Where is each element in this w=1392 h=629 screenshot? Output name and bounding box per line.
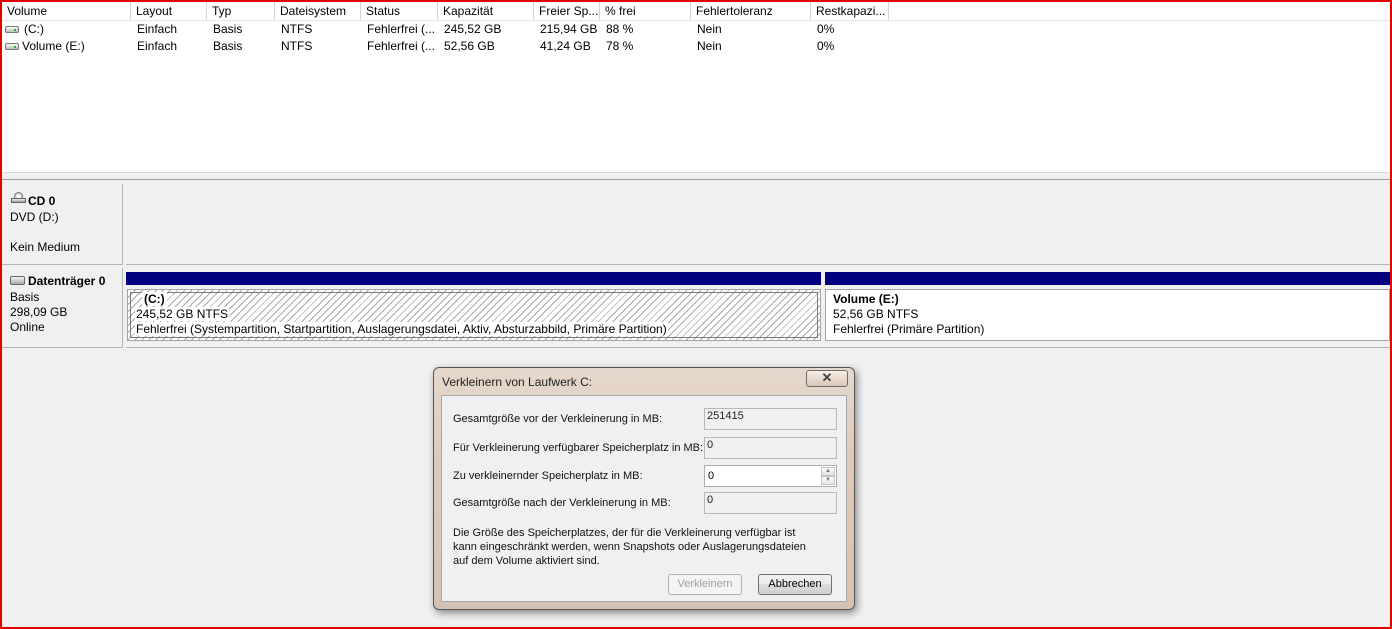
volume-overhead: 0% xyxy=(817,22,835,36)
volume-row-c[interactable]: (C:) Einfach Basis NTFS Fehlerfrei (... … xyxy=(2,21,1390,38)
disk-area-cd0 xyxy=(126,184,1390,265)
arrow-up-icon: ▲ xyxy=(825,468,831,474)
shrink-dialog: Verkleinern von Laufwerk C: ✕ Gesamtgröß… xyxy=(433,367,855,610)
column-header-free-space[interactable]: Freier Sp... xyxy=(534,2,600,20)
close-button[interactable]: ✕ xyxy=(806,370,848,387)
column-header-status[interactable]: Status xyxy=(361,2,438,20)
volume-type: Basis xyxy=(213,22,243,36)
volume-list: Volume Layout Typ Dateisystem Status Kap… xyxy=(2,2,1390,172)
partition-size: 245,52 GB NTFS xyxy=(135,307,230,321)
description-line: auf dem Volume aktiviert sind. xyxy=(453,555,600,567)
volume-fault-tolerance: Nein xyxy=(697,39,722,53)
description-line: kann eingeschränkt werden, wenn Snapshot… xyxy=(453,541,806,553)
partition-status: Fehlerfrei (Systempartition, Startpartit… xyxy=(135,322,668,336)
volume-layout: Einfach xyxy=(137,39,178,53)
dialog-client-area: Gesamtgröße vor der Verkleinerung in MB:… xyxy=(441,395,847,602)
column-header-capacity[interactable]: Kapazität xyxy=(438,2,534,20)
volume-filesystem: NTFS xyxy=(281,22,313,36)
partition-name: (C:) xyxy=(142,292,167,306)
volume-free-space: 41,24 GB xyxy=(540,39,591,53)
dialog-title: Verkleinern von Laufwerk C: xyxy=(442,375,593,389)
total-before-field: 251415 xyxy=(704,408,837,430)
disk-size: 298,09 GB xyxy=(10,305,68,319)
volume-free-space: 215,94 GB xyxy=(540,22,598,36)
column-header-overhead[interactable]: Restkapazi... xyxy=(811,2,889,20)
disk-type: Basis xyxy=(10,290,40,304)
cd-drive-icon xyxy=(11,192,26,203)
volume-name: (C:) xyxy=(24,22,44,36)
pane-splitter[interactable] xyxy=(2,172,1390,180)
volume-percent-free: 88 % xyxy=(606,22,634,36)
partition-e[interactable]: Volume (E:) 52,56 GB NTFS Fehlerfrei (Pr… xyxy=(825,289,1390,341)
available-space-field: 0 xyxy=(704,437,837,459)
disk-drive: DVD (D:) xyxy=(10,210,59,224)
hard-disk-icon xyxy=(10,276,25,285)
partition-bar-e xyxy=(825,272,1390,285)
description-line: Die Größe des Speicherplatzes, der für d… xyxy=(453,527,796,539)
partition-status: Fehlerfrei (Primäre Partition) xyxy=(833,322,985,336)
dialog-description: Die Größe des Speicherplatzes, der für d… xyxy=(453,526,833,568)
disk-name: CD 0 xyxy=(28,194,56,208)
arrow-down-icon: ▼ xyxy=(825,477,831,483)
total-after-label: Gesamtgröße nach der Verkleinerung in MB… xyxy=(453,497,671,509)
volume-row-e[interactable]: Volume (E:) Einfach Basis NTFS Fehlerfre… xyxy=(2,38,1390,55)
shrink-button[interactable]: Verkleinern xyxy=(668,574,742,595)
drive-icon xyxy=(5,43,19,50)
shrink-amount-stepper[interactable]: ▲ ▼ xyxy=(704,465,837,487)
column-header-type[interactable]: Typ xyxy=(207,2,275,20)
column-header-fault-tolerance[interactable]: Fehlertoleranz xyxy=(691,2,811,20)
spin-up-button[interactable]: ▲ xyxy=(821,467,835,476)
disk-label-cd0[interactable]: CD 0 DVD (D:) Kein Medium xyxy=(2,184,123,265)
available-space-label: Für Verkleinerung verfügbarer Speicherpl… xyxy=(453,442,704,454)
volume-status: Fehlerfrei (... xyxy=(367,39,436,53)
volume-overhead: 0% xyxy=(817,39,835,53)
total-after-value: 0 xyxy=(707,494,714,506)
cancel-button[interactable]: Abbrechen xyxy=(758,574,832,595)
partition-name: Volume (E:) xyxy=(833,292,899,306)
column-header-row: Volume Layout Typ Dateisystem Status Kap… xyxy=(2,2,1390,21)
volume-capacity: 52,56 GB xyxy=(444,39,495,53)
disk-status: Kein Medium xyxy=(10,240,81,254)
disk-area-disk0: (C:) 245,52 GB NTFS Fehlerfrei (Systempa… xyxy=(126,272,1390,348)
shrink-amount-label: Zu verkleinernder Speicherplatz in MB: xyxy=(453,470,643,482)
volume-name: Volume (E:) xyxy=(22,39,85,53)
spin-down-button[interactable]: ▼ xyxy=(821,476,835,485)
partition-c[interactable]: (C:) 245,52 GB NTFS Fehlerfrei (Systempa… xyxy=(127,289,821,341)
volume-status: Fehlerfrei (... xyxy=(367,22,436,36)
disk-label-disk0[interactable]: Datenträger 0 Basis 298,09 GB Online xyxy=(2,268,123,348)
partition-size: 52,56 GB NTFS xyxy=(833,307,919,321)
volume-capacity: 245,52 GB xyxy=(444,22,502,36)
shrink-amount-input[interactable] xyxy=(705,466,819,486)
volume-type: Basis xyxy=(213,39,243,53)
partition-bar-c xyxy=(126,272,821,285)
volume-fault-tolerance: Nein xyxy=(697,22,722,36)
disk-name: Datenträger 0 xyxy=(28,274,106,288)
column-header-volume[interactable]: Volume xyxy=(2,2,131,20)
disk-status: Online xyxy=(10,320,45,334)
volume-percent-free: 78 % xyxy=(606,39,634,53)
column-header-percent-free[interactable]: % frei xyxy=(600,2,691,20)
column-header-filesystem[interactable]: Dateisystem xyxy=(275,2,361,20)
volume-layout: Einfach xyxy=(137,22,178,36)
drive-icon xyxy=(5,26,19,33)
total-before-value: 251415 xyxy=(707,410,744,422)
volume-filesystem: NTFS xyxy=(281,39,313,53)
total-before-label: Gesamtgröße vor der Verkleinerung in MB: xyxy=(453,413,663,425)
close-icon: ✕ xyxy=(821,370,833,385)
column-header-layout[interactable]: Layout xyxy=(131,2,207,20)
available-space-value: 0 xyxy=(707,439,714,451)
disk-management-window: Volume Layout Typ Dateisystem Status Kap… xyxy=(0,0,1392,629)
total-after-field: 0 xyxy=(704,492,837,514)
